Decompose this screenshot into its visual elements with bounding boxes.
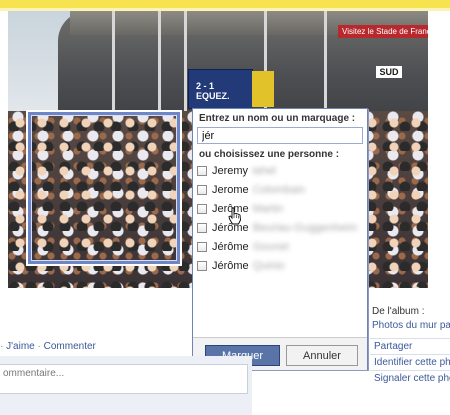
top-strip: [0, 0, 450, 8]
person-first-name: Jeremy: [212, 164, 249, 177]
people-list: Jeremy Iahel Jerome Colombain Jerôme Mar…: [193, 161, 367, 336]
photo-pillar: [158, 11, 161, 121]
photo-sign: Visitez le Stade de France: [338, 25, 428, 38]
album-link[interactable]: Photos du mur par: [372, 320, 450, 331]
like-link[interactable]: J'aime: [6, 341, 35, 352]
person-checkbox[interactable]: [197, 203, 207, 214]
photo-banner-yellow: [252, 71, 274, 107]
person-checkbox[interactable]: [197, 241, 207, 252]
photo-banner-text: 2 - 1 EQUEZ.: [196, 81, 248, 101]
tag-dialog: Entrez un nom ou un marquage : ou choisi…: [192, 108, 368, 370]
person-first-name: Jérôme: [212, 240, 249, 253]
person-first-name: Jerome: [212, 183, 249, 196]
person-row[interactable]: Jerome Colombain: [193, 180, 367, 199]
tag-cancel-button[interactable]: Annuler: [286, 345, 358, 366]
photo-actions-list: Partager Identifier cette pho Signaler c…: [370, 338, 450, 386]
photo-pillar: [112, 11, 115, 121]
comment-link[interactable]: Commenter: [44, 341, 96, 352]
share-link[interactable]: Partager: [370, 338, 450, 354]
tag-photo-link[interactable]: Identifier cette pho: [370, 354, 450, 370]
tag-selection-box-inner: [31, 115, 177, 261]
tag-prompt-label: Entrez un nom ou un marquage :: [199, 113, 356, 124]
person-row[interactable]: Jérôme Beuriau-Guggenheim: [193, 218, 367, 237]
comment-input[interactable]: ommentaire...: [0, 364, 248, 394]
photo-pillar: [324, 11, 327, 121]
post-actions: · J'aime · Commenter: [0, 341, 96, 352]
action-separator: ·: [0, 341, 4, 352]
person-row[interactable]: Jeremy Iahel: [193, 161, 367, 180]
album-label: De l'album :: [372, 306, 425, 317]
action-separator: ·: [37, 341, 41, 352]
photo-sign-sud: SUD: [376, 66, 402, 78]
choose-person-label: ou choisissez une personne :: [199, 149, 340, 160]
person-checkbox[interactable]: [197, 260, 207, 271]
person-last-name: Quinio: [252, 259, 285, 272]
person-row[interactable]: Jérôme Quinio: [193, 256, 367, 275]
person-last-name: Colombain: [252, 183, 306, 196]
person-last-name: Martin: [252, 202, 284, 215]
photo-pillar: [184, 11, 187, 121]
banner-bottom-text: EQUEZ.: [196, 91, 230, 101]
person-checkbox[interactable]: [197, 184, 207, 195]
report-photo-link[interactable]: Signaler cette pho: [370, 370, 450, 386]
person-checkbox[interactable]: [197, 165, 207, 176]
person-last-name: Iahel: [252, 164, 276, 177]
person-row[interactable]: Jérôme Gounet: [193, 237, 367, 256]
person-row[interactable]: Jerôme Martin: [193, 199, 367, 218]
person-checkbox[interactable]: [197, 222, 207, 233]
tag-name-input[interactable]: [197, 127, 363, 144]
hand-cursor-icon: [228, 207, 241, 225]
person-last-name: Beuriau-Guggenheim: [252, 221, 358, 234]
person-last-name: Gounet: [252, 240, 289, 253]
banner-top-text: 2 - 1: [196, 81, 215, 91]
person-first-name: Jérôme: [212, 259, 249, 272]
